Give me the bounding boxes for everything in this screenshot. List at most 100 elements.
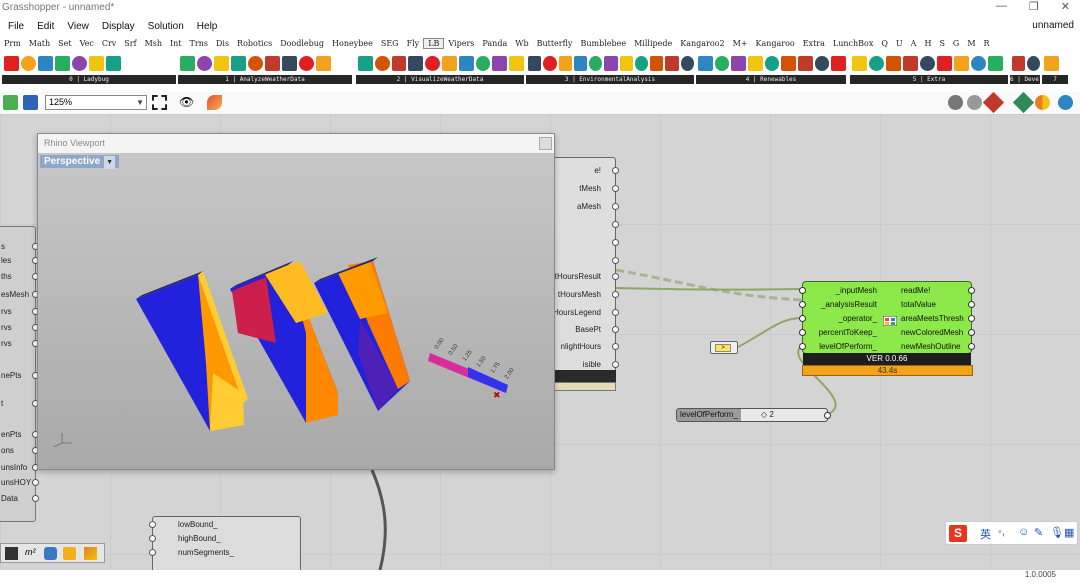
ladybug-component-icon[interactable]	[714, 56, 730, 71]
ladybug-component-icon[interactable]	[680, 56, 694, 71]
tab-srf[interactable]: Srf	[120, 39, 140, 48]
viewport-close-button[interactable]	[539, 137, 552, 150]
chevron-down-icon[interactable]: ▼	[104, 156, 116, 169]
tab-fly[interactable]: Fly	[403, 39, 424, 48]
ladybug-component-icon[interactable]	[1012, 56, 1025, 71]
tab-m[interactable]: M+	[729, 39, 752, 48]
output-port[interactable]	[612, 221, 619, 228]
ladybug-component-icon[interactable]	[55, 56, 70, 71]
ime-mic-icon[interactable]: 🎙	[1050, 526, 1064, 539]
tab-panda[interactable]: Panda	[478, 39, 511, 48]
toggle-icon[interactable]	[5, 547, 18, 560]
menu-file[interactable]: File	[3, 21, 29, 32]
output-port[interactable]	[968, 329, 975, 336]
ladybug-component-icon[interactable]	[665, 56, 679, 71]
ladybug-component-icon[interactable]	[764, 56, 780, 71]
python-icon[interactable]	[44, 547, 57, 560]
input-port[interactable]	[799, 287, 806, 294]
output-port[interactable]	[968, 315, 975, 322]
ladybug-component-icon[interactable]	[781, 56, 797, 71]
tab-seg[interactable]: SEG	[377, 39, 403, 48]
input-port[interactable]	[799, 315, 806, 322]
input-port[interactable]	[149, 535, 156, 542]
preview-mesh-icon[interactable]	[1035, 95, 1050, 110]
analysis-threshold-component[interactable]: _inputMesh _analysisResult _operator_ perce…	[799, 281, 975, 354]
menu-help[interactable]: Help	[192, 21, 223, 32]
menu-edit[interactable]: Edit	[32, 21, 59, 32]
ladybug-component-icon[interactable]	[920, 56, 935, 71]
tab-g[interactable]: G	[949, 39, 963, 48]
tab-q[interactable]: Q	[877, 39, 892, 48]
ladybug-component-icon[interactable]	[988, 56, 1003, 71]
ladybug-component-icon[interactable]	[528, 56, 542, 71]
ladybug-component-icon[interactable]	[492, 56, 508, 71]
preview-eye-icon[interactable]: 👁	[179, 95, 194, 110]
menu-display[interactable]: Display	[97, 21, 140, 32]
maximize-button[interactable]: ❐	[1029, 0, 1039, 13]
ladybug-component-icon[interactable]	[589, 56, 603, 71]
ladybug-component-icon[interactable]	[299, 56, 314, 71]
output-port[interactable]	[612, 185, 619, 192]
output-port[interactable]	[612, 361, 619, 368]
tab-int[interactable]: Int	[166, 39, 186, 48]
tab-set[interactable]: Set	[54, 39, 75, 48]
ladybug-component-icon[interactable]	[425, 56, 440, 71]
display-settings-icon[interactable]	[1058, 95, 1073, 110]
level-slider[interactable]: levelOfPerform_ ◇ 2	[676, 408, 831, 422]
ladybug-component-icon[interactable]	[698, 56, 713, 71]
ladybug-component-icon[interactable]	[197, 56, 212, 71]
ladybug-component-icon[interactable]	[180, 56, 195, 71]
tab-crv[interactable]: Crv	[98, 39, 120, 48]
ladybug-component-icon[interactable]	[971, 56, 986, 71]
ladybug-component-icon[interactable]	[231, 56, 246, 71]
slider-output-port[interactable]	[824, 412, 831, 419]
viewport-view-label[interactable]: Perspective ▼	[40, 155, 120, 169]
tab-dis[interactable]: Dis	[212, 39, 233, 48]
preview-off-icon[interactable]	[948, 95, 963, 110]
left-component[interactable]: s les ths esMesh rvs rvs rvs nePts t enPts ons unsI…	[0, 226, 39, 522]
ladybug-component-icon[interactable]	[1027, 56, 1040, 71]
ladybug-component-icon[interactable]	[248, 56, 263, 71]
ladybug-component-icon[interactable]	[954, 56, 969, 71]
ladybug-component-icon[interactable]	[214, 56, 229, 71]
output-port[interactable]	[32, 495, 39, 502]
ladybug-component-icon[interactable]	[558, 56, 572, 71]
input-port[interactable]	[799, 329, 806, 336]
sketch-brush-icon[interactable]	[207, 95, 222, 110]
ladybug-component-icon[interactable]	[72, 56, 87, 71]
ime-language[interactable]: 英	[980, 526, 991, 542]
ladybug-component-icon[interactable]	[358, 56, 373, 71]
output-port[interactable]	[32, 479, 39, 486]
ladybug-component-icon[interactable]	[814, 56, 830, 71]
output-port[interactable]	[968, 287, 975, 294]
tab-vec[interactable]: Vec	[76, 39, 98, 48]
input-port[interactable]	[149, 549, 156, 556]
tab-doodlebug[interactable]: Doodlebug	[276, 39, 328, 48]
ladybug-component-icon[interactable]	[21, 56, 36, 71]
tab-butterfly[interactable]: Butterfly	[533, 39, 577, 48]
output-port[interactable]	[612, 291, 619, 298]
ladybug-component-icon[interactable]	[748, 56, 763, 71]
tab-math[interactable]: Math	[25, 39, 54, 48]
ladybug-component-icon[interactable]	[38, 56, 53, 71]
zoom-select[interactable]: 125% ▼	[45, 95, 147, 110]
ladybug-component-icon[interactable]	[604, 56, 618, 71]
tab-robotics[interactable]: Robotics	[233, 39, 276, 48]
sunlight-hours-component[interactable]: e! tMesh aMesh tHoursResult tHoursMesh tHours…	[551, 157, 619, 372]
math-icon[interactable]: m²	[25, 547, 38, 560]
tab-lb[interactable]: LB	[423, 37, 445, 49]
output-port[interactable]	[612, 167, 619, 174]
output-port[interactable]	[612, 273, 619, 280]
ladybug-component-icon[interactable]	[441, 56, 457, 71]
tab-h[interactable]: H	[920, 39, 935, 48]
tab-m[interactable]: M	[963, 39, 979, 48]
operator-panel[interactable]: >	[710, 341, 738, 354]
ladybug-component-icon[interactable]	[391, 56, 407, 71]
ladybug-component-icon[interactable]	[106, 56, 121, 71]
output-port[interactable]	[612, 203, 619, 210]
preview-shaded-icon[interactable]	[982, 91, 1005, 114]
ladybug-component-icon[interactable]	[543, 56, 557, 71]
tab-kangaroo[interactable]: Kangaroo	[751, 39, 798, 48]
ladybug-component-icon[interactable]	[475, 56, 491, 71]
ladybug-component-icon[interactable]	[374, 56, 390, 71]
